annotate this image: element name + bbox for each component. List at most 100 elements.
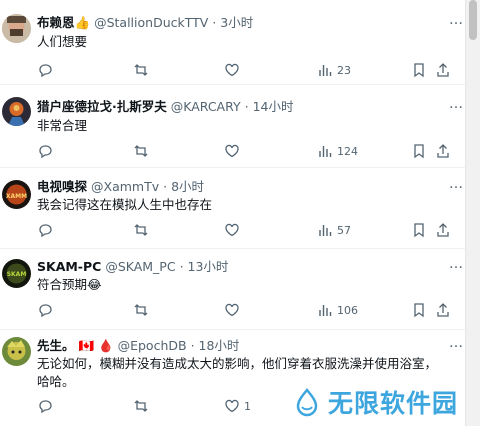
share-button[interactable] — [435, 221, 451, 239]
watermark-logo-icon — [296, 388, 318, 417]
timestamp[interactable]: 13小时 — [188, 259, 229, 274]
avatar[interactable] — [2, 337, 31, 366]
separator: · — [190, 338, 195, 353]
views-icon — [319, 146, 332, 157]
scrollbar-thumb[interactable] — [469, 0, 477, 40]
views-count: 57 — [337, 223, 351, 237]
reply-tweet[interactable]: XAMM 电视嗅探 @XammTv · 8小时 … 我会记得这在模拟人生中也存在… — [0, 168, 466, 249]
reply-button[interactable] — [37, 397, 53, 415]
timestamp[interactable]: 3小时 — [220, 15, 253, 30]
views-button[interactable]: 106 — [317, 301, 358, 319]
tweet-text: 符合预期😂 — [37, 277, 102, 292]
separator: · — [212, 15, 217, 30]
repost-icon — [134, 304, 148, 316]
like-button[interactable] — [224, 142, 240, 160]
views-count: 23 — [337, 63, 351, 77]
reply-tweet[interactable]: 猎户座德拉戈·扎斯罗夫 @KARCARY · 14小时 … 非常合理 124 — [0, 85, 466, 168]
like-button[interactable]: 1 — [224, 397, 251, 415]
heart-icon — [225, 303, 239, 317]
bookmark-icon — [414, 63, 424, 78]
bookmark-button[interactable] — [411, 142, 427, 160]
action-bar: 23 — [37, 61, 457, 79]
views-icon — [319, 305, 332, 316]
more-icon[interactable]: … — [449, 96, 464, 112]
timestamp[interactable]: 14小时 — [253, 99, 294, 114]
views-icon — [319, 65, 332, 76]
repost-button[interactable] — [133, 301, 149, 319]
share-button[interactable] — [435, 61, 451, 79]
avatar[interactable] — [2, 97, 31, 126]
like-button[interactable] — [224, 221, 240, 239]
share-icon — [437, 63, 449, 77]
display-name[interactable]: 电视嗅探 — [37, 179, 87, 194]
repost-button[interactable] — [133, 221, 149, 239]
bookmark-button[interactable] — [411, 301, 427, 319]
badge: 🇨🇦 🩸 — [78, 338, 114, 353]
display-name[interactable]: 布赖恩 — [37, 15, 75, 30]
handle[interactable]: @XammTv — [91, 179, 159, 194]
views-count: 124 — [337, 144, 358, 158]
svg-text:XAMM: XAMM — [6, 193, 27, 200]
views-icon — [319, 225, 332, 236]
more-icon[interactable]: … — [449, 176, 464, 192]
watermark: 无限软件园 — [292, 384, 458, 420]
bookmark-button[interactable] — [411, 61, 427, 79]
timestamp[interactable]: 8小时 — [171, 179, 204, 194]
repost-button[interactable] — [133, 142, 149, 160]
views-count: 106 — [337, 303, 358, 317]
reply-icon — [39, 400, 52, 414]
handle[interactable]: @KARCARY — [171, 99, 241, 114]
tweet-header: 先生。 🇨🇦 🩸 @EpochDB · 18小时 — [37, 338, 239, 354]
reply-icon — [39, 145, 52, 159]
handle[interactable]: @EpochDB — [118, 338, 187, 353]
more-icon[interactable]: … — [449, 335, 464, 351]
reply-button[interactable] — [37, 142, 53, 160]
action-bar: 124 — [37, 142, 457, 160]
tweet-text: 人们想要 — [37, 34, 88, 49]
reply-button[interactable] — [37, 301, 53, 319]
more-icon[interactable]: … — [449, 256, 464, 272]
handle[interactable]: @SKAM_PC — [105, 259, 175, 274]
watermark-text: 无限软件园 — [328, 389, 459, 418]
reply-tweet[interactable]: 布赖恩👍 @StallionDuckTTV · 3小时 … 人们想要 23 — [0, 0, 466, 85]
like-button[interactable] — [224, 61, 240, 79]
heart-icon — [225, 223, 239, 237]
likes-count: 1 — [244, 399, 251, 413]
avatar[interactable] — [2, 14, 31, 43]
views-button[interactable]: 124 — [317, 142, 358, 160]
reply-button[interactable] — [37, 61, 53, 79]
bookmark-button[interactable] — [411, 221, 427, 239]
display-name[interactable]: 猎户座德拉戈·扎斯罗夫 — [37, 99, 167, 114]
share-button[interactable] — [435, 142, 451, 160]
share-icon — [437, 144, 449, 158]
bookmark-icon — [414, 303, 424, 318]
repost-button[interactable] — [133, 61, 149, 79]
timestamp[interactable]: 18小时 — [199, 338, 240, 353]
views-button[interactable]: 23 — [317, 61, 351, 79]
share-icon — [437, 303, 449, 317]
separator: · — [163, 179, 168, 194]
heart-icon — [225, 399, 239, 413]
display-name[interactable]: SKAM-PC — [37, 259, 101, 274]
like-button[interactable] — [224, 301, 240, 319]
separator: · — [244, 99, 249, 114]
share-button[interactable] — [435, 301, 451, 319]
more-icon[interactable]: … — [449, 12, 464, 28]
repost-icon — [134, 224, 148, 236]
reply-button[interactable] — [37, 221, 53, 239]
reply-icon — [39, 304, 52, 318]
repost-icon — [134, 145, 148, 157]
share-icon — [437, 223, 449, 237]
bookmark-icon — [414, 144, 424, 159]
avatar[interactable]: SKAM — [2, 259, 31, 288]
repost-icon — [134, 400, 148, 412]
reply-tweet[interactable]: SKAM SKAM-PC @SKAM_PC · 13小时 … 符合预期😂 106 — [0, 249, 466, 330]
tweet-header: 电视嗅探 @XammTv · 8小时 — [37, 179, 204, 195]
avatar[interactable]: XAMM — [2, 180, 31, 209]
display-name[interactable]: 先生。 — [37, 338, 75, 353]
scrollbar[interactable] — [465, 0, 480, 426]
action-bar: 57 — [37, 221, 457, 239]
views-button[interactable]: 57 — [317, 221, 351, 239]
repost-button[interactable] — [133, 397, 149, 415]
handle[interactable]: @StallionDuckTTV — [94, 15, 208, 30]
